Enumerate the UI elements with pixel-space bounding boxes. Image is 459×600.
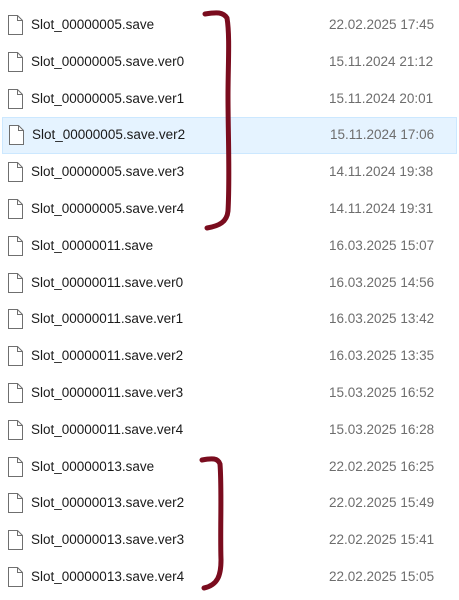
file-row[interactable]: Slot_00000005.save.ver3 14.11.2024 19:38 — [0, 154, 459, 191]
file-row[interactable]: Slot_00000011.save.ver3 15.03.2025 16:52 — [0, 375, 459, 412]
file-row[interactable]: Slot_00000013.save.ver4 22.02.2025 15:05 — [0, 559, 459, 596]
file-name: Slot_00000011.save.ver1 — [31, 311, 184, 327]
file-date-modified: 22.02.2025 15:41 — [329, 532, 435, 548]
file-row[interactable]: Slot_00000013.save 22.02.2025 16:25 — [0, 449, 459, 486]
file-icon — [7, 566, 23, 587]
file-row[interactable]: Slot_00000005.save.ver0 15.11.2024 21:12 — [0, 44, 459, 81]
file-icon — [7, 198, 23, 219]
file-date-modified: 15.11.2024 17:06 — [330, 127, 435, 143]
file-name: Slot_00000011.save.ver4 — [31, 421, 184, 437]
file-date-modified: 15.03.2025 16:52 — [329, 384, 435, 400]
file-date-modified: 14.11.2024 19:38 — [329, 164, 434, 180]
file-list: Slot_00000005.save 22.02.2025 17:45 Slot… — [0, 7, 459, 596]
file-name: Slot_00000005.save.ver2 — [32, 127, 186, 143]
file-icon — [7, 51, 23, 72]
file-name: Slot_00000005.save.ver1 — [31, 90, 185, 106]
file-icon — [8, 125, 24, 146]
file-name: Slot_00000005.save.ver3 — [31, 164, 185, 180]
file-name: Slot_00000013.save.ver4 — [31, 568, 185, 584]
file-icon — [7, 162, 23, 183]
file-row[interactable]: Slot_00000005.save.ver1 15.11.2024 20:01 — [0, 81, 459, 118]
file-row-selected[interactable]: Slot_00000005.save.ver2 15.11.2024 17:06 — [2, 117, 457, 155]
file-icon — [7, 419, 23, 440]
file-date-modified: 16.03.2025 15:07 — [329, 237, 435, 253]
file-name: Slot_00000013.save — [31, 458, 155, 474]
file-name: Slot_00000011.save.ver2 — [31, 348, 184, 364]
file-icon — [7, 382, 23, 403]
file-row[interactable]: Slot_00000011.save.ver4 15.03.2025 16:28 — [0, 412, 459, 449]
file-date-modified: 15.11.2024 21:12 — [329, 53, 434, 69]
file-date-modified: 22.02.2025 15:05 — [329, 568, 435, 584]
file-row[interactable]: Slot_00000011.save.ver2 16.03.2025 13:35 — [0, 338, 459, 375]
file-date-modified: 16.03.2025 13:35 — [329, 348, 435, 364]
file-icon — [7, 530, 23, 551]
file-name: Slot_00000013.save.ver2 — [31, 495, 185, 511]
file-row[interactable]: Slot_00000005.save.ver4 14.11.2024 19:31 — [0, 191, 459, 228]
file-name: Slot_00000013.save.ver3 — [31, 532, 185, 548]
file-date-modified: 16.03.2025 13:42 — [329, 311, 435, 327]
file-date-modified: 22.02.2025 15:49 — [329, 495, 435, 511]
file-row[interactable]: Slot_00000013.save.ver2 22.02.2025 15:49 — [0, 485, 459, 522]
file-name: Slot_00000011.save.ver0 — [31, 274, 184, 290]
file-row[interactable]: Slot_00000011.save.ver1 16.03.2025 13:42 — [0, 301, 459, 338]
file-date-modified: 16.03.2025 14:56 — [329, 274, 435, 290]
file-date-modified: 22.02.2025 17:45 — [329, 17, 435, 32]
file-icon — [7, 15, 23, 35]
file-icon — [7, 456, 23, 477]
file-row[interactable]: Slot_00000013.save.ver3 22.02.2025 15:41 — [0, 522, 459, 559]
file-icon — [7, 493, 23, 514]
file-date-modified: 15.03.2025 16:28 — [329, 421, 435, 437]
file-icon — [7, 88, 23, 109]
file-name: Slot_00000005.save.ver4 — [31, 200, 185, 216]
file-icon — [7, 346, 23, 367]
file-icon — [7, 235, 23, 256]
file-name: Slot_00000011.save.ver3 — [31, 384, 184, 400]
file-row[interactable]: Slot_00000011.save.ver0 16.03.2025 14:56 — [0, 265, 459, 302]
file-icon — [7, 309, 23, 330]
file-icon — [7, 272, 23, 293]
file-date-modified: 15.11.2024 20:01 — [329, 90, 434, 106]
file-row[interactable]: Slot_00000011.save 16.03.2025 15:07 — [0, 228, 459, 265]
file-name: Slot_00000011.save — [31, 237, 154, 253]
file-row[interactable]: Slot_00000005.save 22.02.2025 17:45 — [0, 7, 459, 44]
file-name: Slot_00000005.save.ver0 — [31, 53, 185, 69]
file-date-modified: 22.02.2025 16:25 — [329, 458, 435, 474]
file-date-modified: 14.11.2024 19:31 — [329, 200, 434, 216]
file-name: Slot_00000005.save — [31, 17, 155, 32]
